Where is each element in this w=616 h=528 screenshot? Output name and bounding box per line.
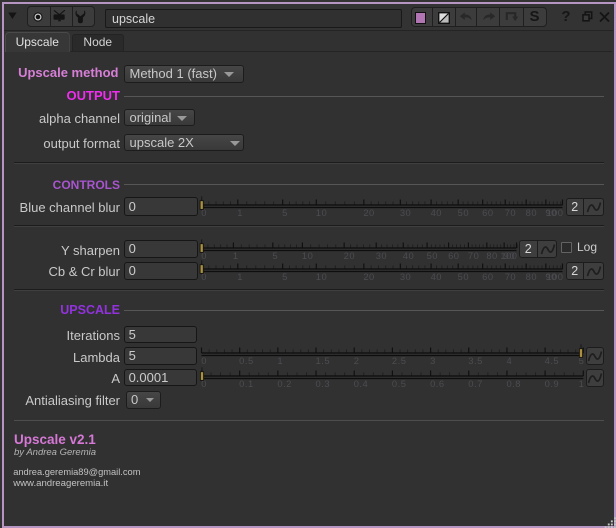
svg-text:60: 60	[482, 207, 493, 218]
svg-text:5: 5	[282, 207, 288, 218]
svg-text:4.5: 4.5	[545, 355, 560, 366]
svg-text:60: 60	[482, 271, 493, 282]
svg-text:1: 1	[277, 355, 283, 366]
svg-text:80: 80	[526, 207, 537, 218]
svg-text:0.8: 0.8	[506, 378, 521, 389]
svg-text:0.2: 0.2	[277, 378, 292, 389]
svg-text:1.5: 1.5	[316, 355, 331, 366]
svg-text:0.1: 0.1	[239, 378, 254, 389]
svg-text:5: 5	[282, 271, 288, 282]
svg-text:10: 10	[316, 207, 327, 218]
svg-text:0.6: 0.6	[430, 378, 445, 389]
svg-text:20: 20	[363, 207, 374, 218]
svg-text:0.5: 0.5	[392, 378, 407, 389]
svg-text:70: 70	[505, 271, 516, 282]
svg-text:100: 100	[546, 207, 563, 218]
svg-text:3.5: 3.5	[468, 355, 483, 366]
svg-text:3: 3	[430, 355, 436, 366]
svg-text:50: 50	[458, 207, 469, 218]
svg-text:30: 30	[400, 207, 411, 218]
svg-text:2.5: 2.5	[392, 355, 407, 366]
svg-text:1: 1	[579, 378, 585, 389]
svg-text:4: 4	[506, 355, 512, 366]
svg-text:1: 1	[237, 271, 243, 282]
svg-text:80: 80	[526, 271, 537, 282]
svg-text:0.3: 0.3	[316, 378, 331, 389]
svg-text:0.4: 0.4	[354, 378, 369, 389]
svg-text:2: 2	[354, 355, 360, 366]
svg-text:0: 0	[201, 355, 207, 366]
svg-text:10: 10	[316, 271, 327, 282]
svg-text:40: 40	[431, 207, 442, 218]
svg-text:50: 50	[458, 271, 469, 282]
svg-text:0.7: 0.7	[468, 378, 483, 389]
svg-text:40: 40	[431, 271, 442, 282]
svg-text:20: 20	[363, 271, 374, 282]
svg-text:1: 1	[237, 207, 243, 218]
svg-text:30: 30	[400, 271, 411, 282]
svg-text:0.5: 0.5	[239, 355, 254, 366]
svg-text:0.9: 0.9	[545, 378, 560, 389]
svg-text:100: 100	[546, 271, 563, 282]
svg-text:70: 70	[505, 207, 516, 218]
